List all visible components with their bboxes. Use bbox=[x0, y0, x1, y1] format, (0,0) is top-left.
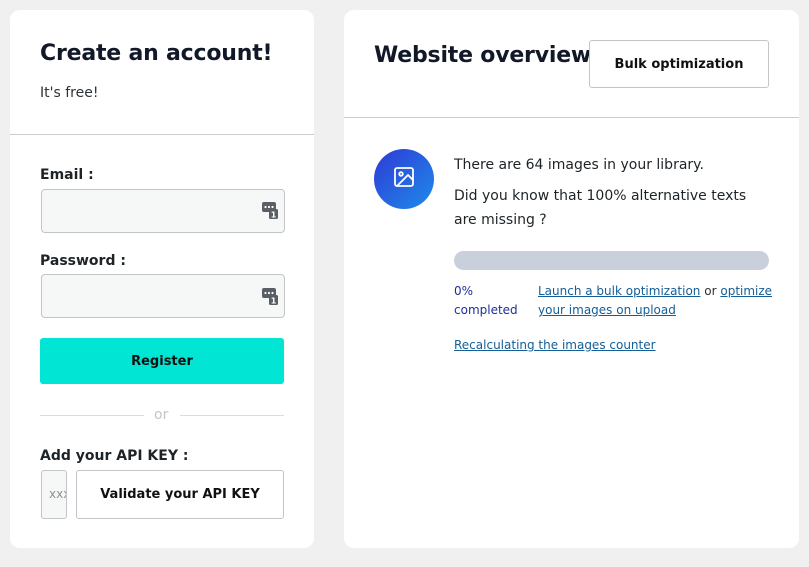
password-manager-key-icon[interactable]: 1 bbox=[262, 201, 278, 220]
signup-card: Create an account! It's free! Email : 1 … bbox=[10, 10, 314, 548]
optimization-links: Launch a bulk optimization or optimize y… bbox=[538, 282, 778, 320]
or-separator: or bbox=[154, 407, 169, 423]
password-label: Password : bbox=[40, 253, 126, 269]
api-key-label: Add your API KEY : bbox=[40, 448, 189, 464]
email-field[interactable] bbox=[41, 189, 285, 233]
email-label: Email : bbox=[40, 167, 94, 183]
alt-missing-text: Did you know that 100% alternative texts… bbox=[454, 188, 747, 228]
svg-text:1: 1 bbox=[271, 211, 277, 220]
api-key-input[interactable]: xxxxxxxxxxxxxxxx bbox=[41, 470, 67, 519]
password-manager-key-icon[interactable]: 1 bbox=[262, 287, 278, 306]
validate-api-key-button[interactable]: Validate your API KEY bbox=[76, 470, 284, 519]
register-button[interactable]: Register bbox=[40, 338, 284, 384]
overview-title: Website overview bbox=[374, 43, 592, 68]
recalculate-images-counter-link[interactable]: Recalculating the images counter bbox=[454, 338, 656, 352]
signup-divider bbox=[10, 134, 314, 135]
bulk-optimization-button[interactable]: Bulk optimization bbox=[589, 40, 769, 88]
signup-title: Create an account! bbox=[40, 41, 273, 66]
password-field[interactable] bbox=[41, 274, 285, 318]
launch-bulk-optimization-link[interactable]: Launch a bulk optimization bbox=[538, 284, 700, 298]
progress-percent-text: 0% completed bbox=[454, 284, 518, 317]
overview-divider bbox=[344, 117, 799, 118]
or-divider-right bbox=[180, 415, 284, 416]
progress-bar bbox=[454, 251, 769, 270]
image-icon-badge bbox=[374, 149, 434, 209]
signup-subtitle: It's free! bbox=[40, 85, 99, 101]
svg-text:1: 1 bbox=[271, 297, 277, 306]
links-connector: or bbox=[704, 284, 717, 298]
image-icon bbox=[393, 166, 415, 192]
overview-card: Website overview Bulk optimization There… bbox=[344, 10, 799, 548]
images-count-text: There are 64 images in your library. bbox=[454, 157, 704, 173]
or-divider-left bbox=[40, 415, 144, 416]
